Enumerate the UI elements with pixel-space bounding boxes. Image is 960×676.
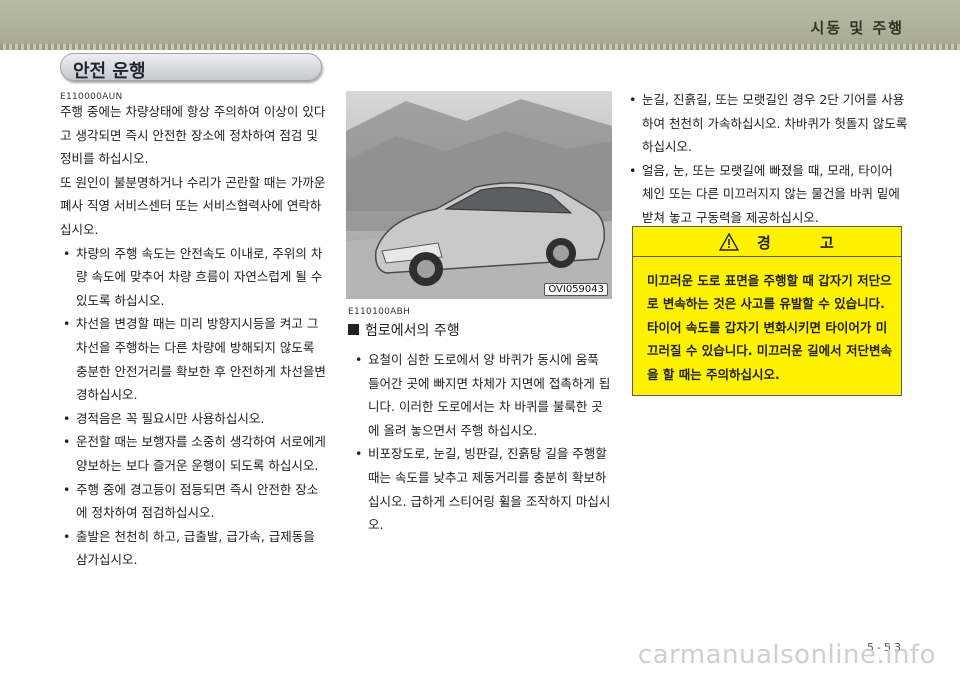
- list-item: 얼음, 눈, 또는 모랫길에 빠졌을 때, 모래, 타이어 체인 또는 다른 미…: [626, 159, 908, 230]
- list-item: 운전할 때는 보행자를 소중히 생각하여 서로에게 양보하는 보다 즐거운 운행…: [60, 430, 328, 477]
- watermark-text: carmanualsonline.info: [637, 640, 936, 670]
- subsection-code: E110100ABH: [348, 307, 411, 317]
- right-column: 눈길, 진흙길, 또는 모랫길인 경우 2단 기어를 사용하여 천천히 가속하십…: [626, 88, 908, 230]
- list-item: 차량의 주행 속도는 안전속도 이내로, 주위의 차량 속도에 맞추어 차량 흐…: [60, 242, 328, 313]
- warning-text: 미끄러운 도로 표면을 주행할 때 갑자기 저단으로 변속하는 것은 사고를 유…: [647, 273, 893, 382]
- warning-title: 경 고: [757, 234, 856, 252]
- list-item: 차선을 변경할 때는 미리 방향지시등을 켜고 그 차선을 주행하는 다른 차량…: [60, 312, 328, 406]
- car-illustration: OVI059043: [346, 91, 612, 299]
- watermark: carmanualsonline.info: [0, 636, 960, 676]
- warning-header: 경 고: [633, 227, 901, 257]
- list-item: 경적음은 꼭 필요시만 사용하십시오.: [60, 407, 328, 431]
- chapter-title: 시동 및 주행: [810, 19, 904, 37]
- list-item: 눈길, 진흙길, 또는 모랫길인 경우 2단 기어를 사용하여 천천히 가속하십…: [626, 88, 908, 159]
- paragraph: 주행 중에는 차량상태에 항상 주의하여 이상이 있다고 생각되면 즉시 안전한…: [60, 104, 326, 167]
- list-item: 요철이 심한 도로에서 양 바퀴가 동시에 움푹 들어간 곳에 빠지면 차체가 …: [352, 348, 614, 442]
- warning-box: 경 고 미끄러운 도로 표면을 주행할 때 갑자기 저단으로 변속하는 것은 사…: [632, 226, 902, 396]
- list-item: 비포장도로, 눈길, 빙판길, 진흙탕 길을 주행할 때는 속도를 낮추고 제동…: [352, 442, 614, 536]
- middle-column: 요철이 심한 도로에서 양 바퀴가 동시에 움푹 들어간 곳에 빠지면 차체가 …: [352, 348, 614, 537]
- list-item: 출발은 천천히 하고, 급출발, 급가속, 급제동을 삼가십시오.: [60, 525, 328, 572]
- subheading-text: 험로에서의 주행: [365, 323, 460, 339]
- list-item: 주행 중에 경고등이 점등되면 즉시 안전한 장소에 정차하여 점검하십시오.: [60, 478, 328, 525]
- section-title-pill: 안전 운행: [60, 53, 322, 82]
- figure-label: OVI059043: [544, 283, 608, 296]
- header-divider: [0, 44, 960, 50]
- subheading: 험로에서의 주행: [348, 320, 460, 340]
- square-bullet-icon: [348, 324, 359, 335]
- car-drawing: [346, 99, 612, 299]
- warning-triangle-icon: [719, 233, 739, 251]
- paragraph: 또 원인이 불분명하거나 수리가 곤란할 때는 가까운 폐사 직영 서비스센터 …: [60, 174, 326, 237]
- left-column: 주행 중에는 차량상태에 항상 주의하여 이상이 있다고 생각되면 즉시 안전한…: [60, 100, 328, 572]
- section-title: 안전 운행: [73, 61, 146, 82]
